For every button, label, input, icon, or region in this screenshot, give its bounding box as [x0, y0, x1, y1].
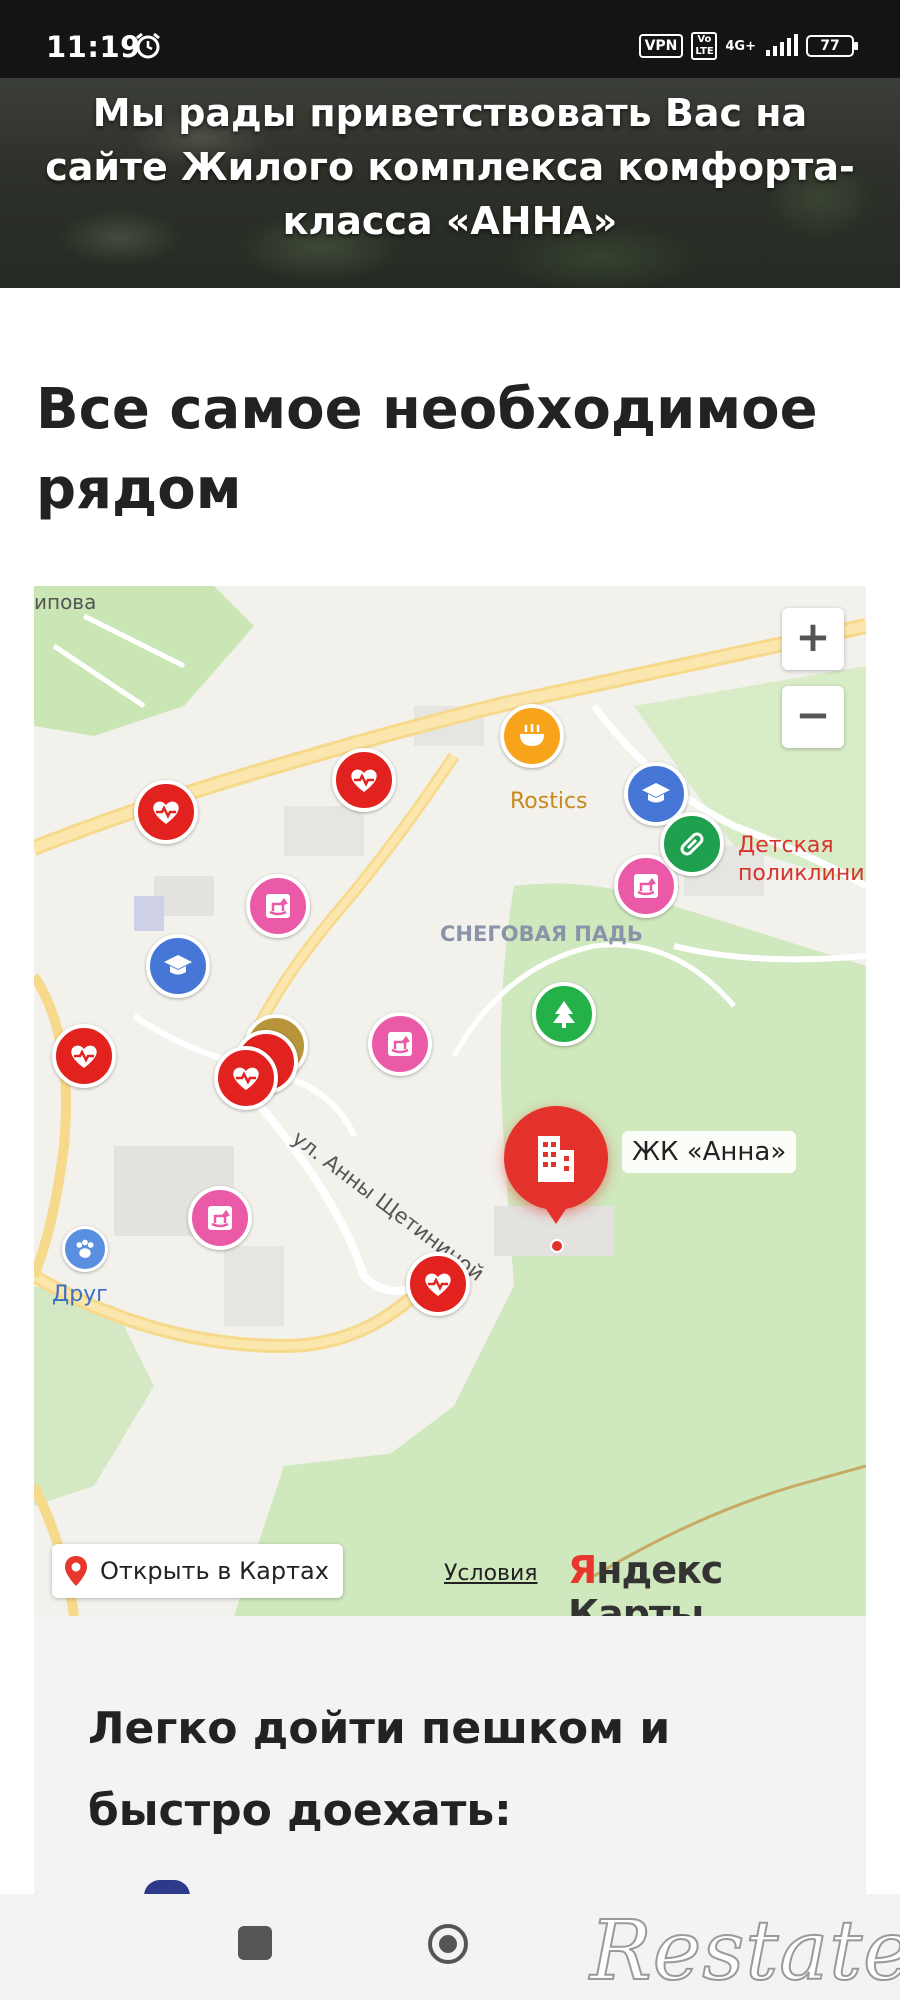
pharmacy-poi[interactable]: [660, 812, 724, 876]
alarm-icon: [136, 32, 160, 59]
food-bowl-icon: [520, 724, 544, 746]
rostics-poi[interactable]: [500, 704, 564, 768]
walk-info-card: Легко дойти пешком и быстро доехать:: [34, 1616, 866, 1896]
rocking-horse-icon: [634, 874, 658, 898]
hero-banner: Мы рады приветствовать Вас на сайте Жило…: [0, 78, 900, 288]
map-label-district: СНЕГОВАЯ ПАДЬ: [440, 922, 643, 946]
health-poi-2[interactable]: [332, 748, 396, 812]
rocking-horse-icon: [208, 1206, 232, 1230]
health-poi-5[interactable]: [406, 1252, 470, 1316]
anna-complex-pin[interactable]: [504, 1106, 608, 1224]
hero-title: Мы рады приветствовать Вас на сайте Жило…: [45, 91, 855, 243]
recent-apps-button[interactable]: [238, 1926, 272, 1960]
home-button[interactable]: [426, 1922, 470, 1966]
status-icons: VPN Vo LTE 4G+ 77: [638, 32, 858, 60]
school-poi-1[interactable]: [146, 934, 210, 998]
battery-icon: 77: [806, 35, 858, 57]
status-time: 11:19: [46, 30, 141, 64]
status-bar: 11:19 VPN Vo LTE 4G+ 77: [0, 0, 900, 78]
yandex-logo-letter: Я: [568, 1548, 597, 1592]
map-label-drug: Друг: [52, 1282, 108, 1307]
nearby-section-title: Все самое необходимое рядом: [36, 377, 818, 522]
health-poi-3[interactable]: [52, 1024, 116, 1088]
vpn-badge: VPN: [638, 34, 684, 58]
map-label-rostics: Rostics: [510, 789, 588, 814]
signal-icon: [766, 34, 798, 56]
kindergarten-poi-1[interactable]: [246, 874, 310, 938]
pill-icon: [680, 832, 704, 856]
map-background: [34, 586, 866, 1616]
health-poi-1[interactable]: [134, 780, 198, 844]
kindergarten-poi-2[interactable]: [368, 1012, 432, 1076]
anna-complex-label[interactable]: ЖК «Анна»: [622, 1131, 797, 1173]
walk-info-title: Легко дойти пешком и быстро доехать:: [88, 1703, 671, 1836]
kindergarten-poi-3[interactable]: [188, 1186, 252, 1250]
system-nav-bar: Restate: [0, 1894, 900, 2000]
map-pin-icon: [65, 1556, 87, 1586]
zoom-in-button[interactable]: +: [782, 608, 844, 670]
volte-icon: Vo LTE: [691, 32, 718, 60]
park-poi[interactable]: [532, 982, 596, 1046]
yandex-maps-logo[interactable]: Яндекс Карты: [568, 1548, 866, 1616]
zoom-out-button[interactable]: −: [782, 686, 844, 748]
paw-icon: [76, 1239, 94, 1258]
building-icon: [538, 1136, 574, 1182]
terms-link[interactable]: Условия: [444, 1561, 538, 1586]
rocking-horse-icon: [266, 894, 290, 918]
restate-watermark: Restate: [589, 1903, 900, 2000]
map-street-label-top: ипова: [34, 590, 97, 614]
map-label-clinic: Детская поликлиника: [738, 833, 866, 886]
graduation-cap-icon: [642, 783, 670, 803]
heart-icon: [153, 801, 179, 824]
heart-icon: [425, 1273, 451, 1296]
heart-icon: [351, 769, 377, 792]
rocking-horse-icon: [388, 1032, 412, 1056]
pet-store-poi[interactable]: [62, 1226, 108, 1272]
anna-location-dot: [550, 1239, 564, 1253]
yandex-map[interactable]: ипова Rostics Детская поликлиника СНЕГОВ…: [34, 586, 866, 1616]
network-type: 4G+: [725, 38, 756, 54]
heart-icon: [233, 1067, 259, 1090]
health-poi-4[interactable]: [214, 1046, 278, 1110]
graduation-cap-icon: [164, 955, 192, 975]
tree-icon: [553, 1001, 575, 1028]
open-in-maps-label: Открыть в Картах: [100, 1557, 329, 1585]
heart-icon: [71, 1045, 97, 1068]
open-in-maps-button[interactable]: Открыть в Картах: [52, 1544, 343, 1598]
